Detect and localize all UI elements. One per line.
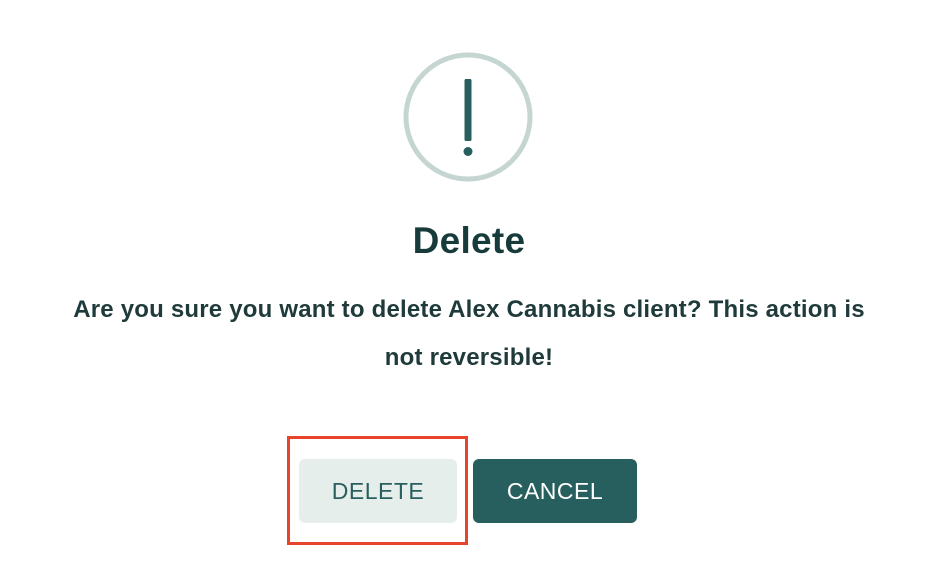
cancel-button[interactable]: CANCEL bbox=[473, 459, 637, 523]
dialog-title: Delete bbox=[412, 220, 526, 261]
dialog-message: Are you sure you want to delete Alex Can… bbox=[73, 296, 865, 371]
delete-button[interactable]: DELETE bbox=[299, 459, 457, 523]
delete-confirmation-dialog: Delete Are you sure you want to delete A… bbox=[0, 0, 938, 586]
exclamation-circle-icon bbox=[403, 52, 533, 182]
